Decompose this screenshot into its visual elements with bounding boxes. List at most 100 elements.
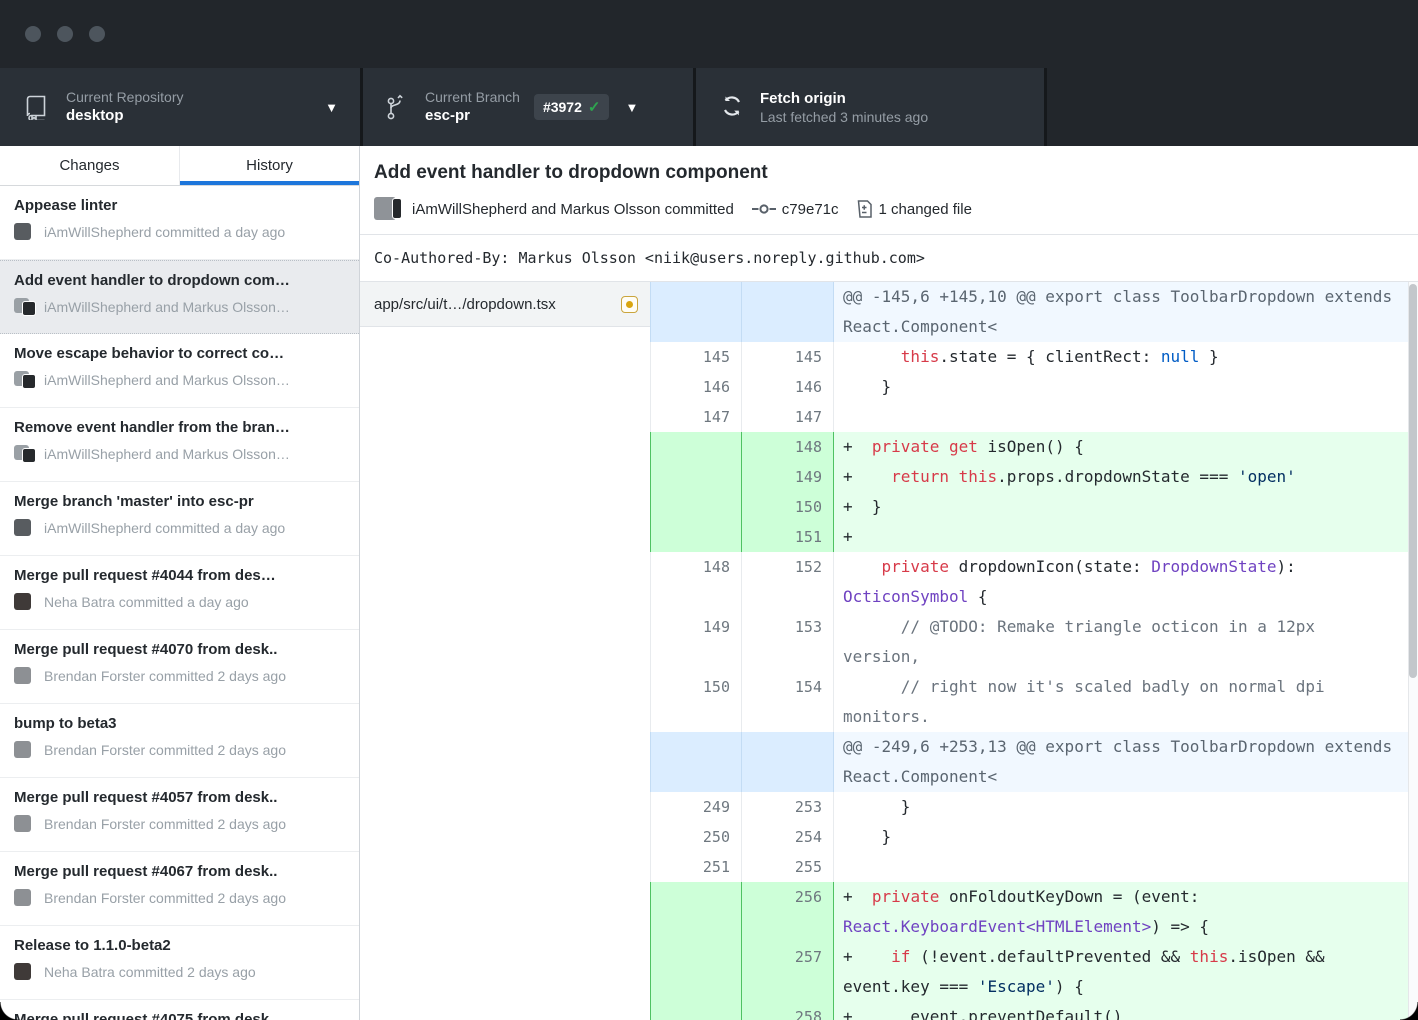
- code-segment: ):: [1277, 557, 1306, 576]
- commit-description: Co-Authored-By: Markus Olsson <niik@user…: [360, 235, 1418, 282]
- code-segment: onFoldoutKeyDown = (event:: [939, 887, 1209, 906]
- history-commit-item[interactable]: Merge pull request #4067 from desk..Bren…: [0, 852, 359, 926]
- new-line-number: 153: [742, 612, 834, 672]
- commit-byline: iAmWillShepherd and Markus Olsson commit…: [412, 201, 734, 218]
- diff-added-row: 258+ event.preventDefault(): [650, 1002, 1418, 1020]
- avatar: [14, 740, 36, 760]
- changed-file-item[interactable]: app/src/ui/t…/dropdown.tsx: [360, 282, 650, 327]
- code-segment: [843, 557, 882, 576]
- repository-switcher-button[interactable]: Current Repository desktop ▼: [0, 68, 360, 146]
- sidebar-tabs: Changes History: [0, 146, 359, 186]
- commit-item-meta: Brendan Forster committed 2 days ago: [14, 814, 345, 834]
- old-line-number: [650, 942, 742, 1002]
- new-line-number: 148: [742, 432, 834, 462]
- old-line-number: [650, 282, 742, 342]
- code-line: [834, 852, 1418, 882]
- code-segment: 'Escape': [978, 977, 1055, 996]
- fetch-origin-button[interactable]: Fetch origin Last fetched 3 minutes ago: [696, 68, 1044, 146]
- history-commit-item[interactable]: Remove event handler from the bran…iAmWi…: [0, 408, 359, 482]
- commit-item-byline: Brendan Forster committed 2 days ago: [44, 890, 286, 906]
- commit-header: Add event handler to dropdown component …: [360, 146, 1418, 235]
- history-commit-item[interactable]: Move escape behavior to correct co…iAmWi…: [0, 334, 359, 408]
- new-line-number: 258: [742, 1002, 834, 1020]
- code-segment: dropdownIcon(state:: [949, 557, 1151, 576]
- code-segment: .props.dropdownState ===: [997, 467, 1238, 486]
- code-segment: @@ -249,6 +253,13 @@ export class Toolba…: [843, 737, 1402, 786]
- chevron-down-icon: ▼: [325, 101, 338, 114]
- history-commit-item[interactable]: Release to 1.1.0-beta2Neha Batra committ…: [0, 926, 359, 1000]
- code-line: @@ -249,6 +253,13 @@ export class Toolba…: [834, 732, 1418, 792]
- history-commit-item[interactable]: bump to beta3 Brendan Forster committed 2…: [0, 704, 359, 778]
- history-commit-item[interactable]: Merge pull request #4057 from desk..Bren…: [0, 778, 359, 852]
- minimize-button[interactable]: [57, 26, 73, 42]
- tab-changes[interactable]: Changes: [0, 146, 179, 185]
- diff-content: app/src/ui/t…/dropdown.tsx @@ -145,6 +14…: [360, 282, 1418, 1020]
- diff-context-row: 147147: [650, 402, 1418, 432]
- avatar: [393, 199, 401, 218]
- modified-status-icon: [621, 296, 638, 313]
- repository-text: Current Repository desktop: [66, 89, 184, 126]
- history-commit-item[interactable]: Merge branch 'master' into esc-pr iAmWill…: [0, 482, 359, 556]
- hunk-header-row: @@ -145,6 +145,10 @@ export class Toolba…: [650, 282, 1418, 342]
- avatar-image: [14, 667, 31, 684]
- avatar-image: [14, 815, 31, 832]
- branch-switcher-button[interactable]: Current Branch esc-pr #3972 ✓ ▼: [363, 68, 693, 146]
- sidebar: Changes History Appease linteriAmWillShe…: [0, 146, 360, 1020]
- old-line-number: [650, 492, 742, 522]
- commit-detail-pane: Add event handler to dropdown component …: [360, 146, 1418, 1020]
- code-line: +: [834, 522, 1418, 552]
- code-line: // right now it's scaled badly on normal…: [834, 672, 1418, 732]
- tab-history[interactable]: History: [179, 146, 359, 185]
- diff-viewer[interactable]: @@ -145,6 +145,10 @@ export class Toolba…: [650, 282, 1418, 1020]
- branch-name: esc-pr: [425, 106, 520, 126]
- pull-request-badge[interactable]: #3972 ✓: [534, 94, 610, 120]
- avatar-image: [23, 449, 35, 462]
- commit-item-byline: iAmWillShepherd committed a day ago: [44, 520, 285, 536]
- diff-added-row: 150+ }: [650, 492, 1418, 522]
- code-segment: +: [843, 437, 872, 456]
- commit-history-list[interactable]: Appease linteriAmWillShepherd committed …: [0, 186, 359, 1020]
- avatar-image: [14, 741, 31, 758]
- app-window: Current Repository desktop ▼ Current Bra…: [0, 0, 1418, 1020]
- ci-success-check-icon: ✓: [588, 98, 601, 116]
- code-segment: [843, 347, 901, 366]
- new-line-number: 145: [742, 342, 834, 372]
- code-segment: // @TODO: Remake triangle octicon in a 1…: [843, 617, 1325, 666]
- new-line-number: 256: [742, 882, 834, 942]
- commit-item-title: Merge pull request #4075 from desk..: [14, 1011, 345, 1020]
- scrollbar-track[interactable]: [1408, 282, 1418, 1020]
- avatar: [14, 666, 36, 686]
- commit-item-meta: iAmWillShepherd and Markus Olsson…: [14, 444, 345, 464]
- history-commit-item[interactable]: Add event handler to dropdown com…iAmWil…: [0, 260, 359, 334]
- commit-item-meta: Neha Batra committed 2 days ago: [14, 962, 345, 982]
- code-segment: }: [1199, 347, 1218, 366]
- code-line: @@ -145,6 +145,10 @@ export class Toolba…: [834, 282, 1418, 342]
- code-line: }: [834, 372, 1418, 402]
- commit-item-meta: iAmWillShepherd and Markus Olsson…: [14, 297, 345, 317]
- zoom-button[interactable]: [89, 26, 105, 42]
- history-commit-item[interactable]: Merge pull request #4075 from desk..Bren…: [0, 1000, 359, 1020]
- history-commit-item[interactable]: Merge pull request #4044 from des…Neha B…: [0, 556, 359, 630]
- fetch-title: Fetch origin: [760, 89, 928, 109]
- history-commit-item[interactable]: Appease linteriAmWillShepherd committed …: [0, 186, 359, 260]
- new-line-number: 154: [742, 672, 834, 732]
- new-line-number: [742, 732, 834, 792]
- commit-item-meta: iAmWillShepherd and Markus Olsson…: [14, 370, 345, 390]
- new-line-number: 253: [742, 792, 834, 822]
- commit-item-byline: Brendan Forster committed 2 days ago: [44, 742, 286, 758]
- code-line: }: [834, 792, 1418, 822]
- close-button[interactable]: [25, 26, 41, 42]
- diff-added-row: 151+: [650, 522, 1418, 552]
- new-line-number: 257: [742, 942, 834, 1002]
- code-segment: this: [1190, 947, 1229, 966]
- code-segment: @@ -145,6 +145,10 @@ export class Toolba…: [843, 287, 1402, 336]
- code-segment: React.KeyboardEvent<HTMLElement>: [843, 917, 1151, 936]
- avatar-pair: [14, 444, 36, 464]
- diff-added-row: 149+ return this.props.dropdownState ===…: [650, 462, 1418, 492]
- scrollbar-thumb[interactable]: [1409, 284, 1417, 678]
- history-commit-item[interactable]: Merge pull request #4070 from desk..Bren…: [0, 630, 359, 704]
- old-line-number: 251: [650, 852, 742, 882]
- code-segment: OcticonSymbol: [843, 587, 968, 606]
- commit-item-title: Merge branch 'master' into esc-pr: [14, 493, 345, 510]
- commit-item-title: bump to beta3: [14, 715, 345, 732]
